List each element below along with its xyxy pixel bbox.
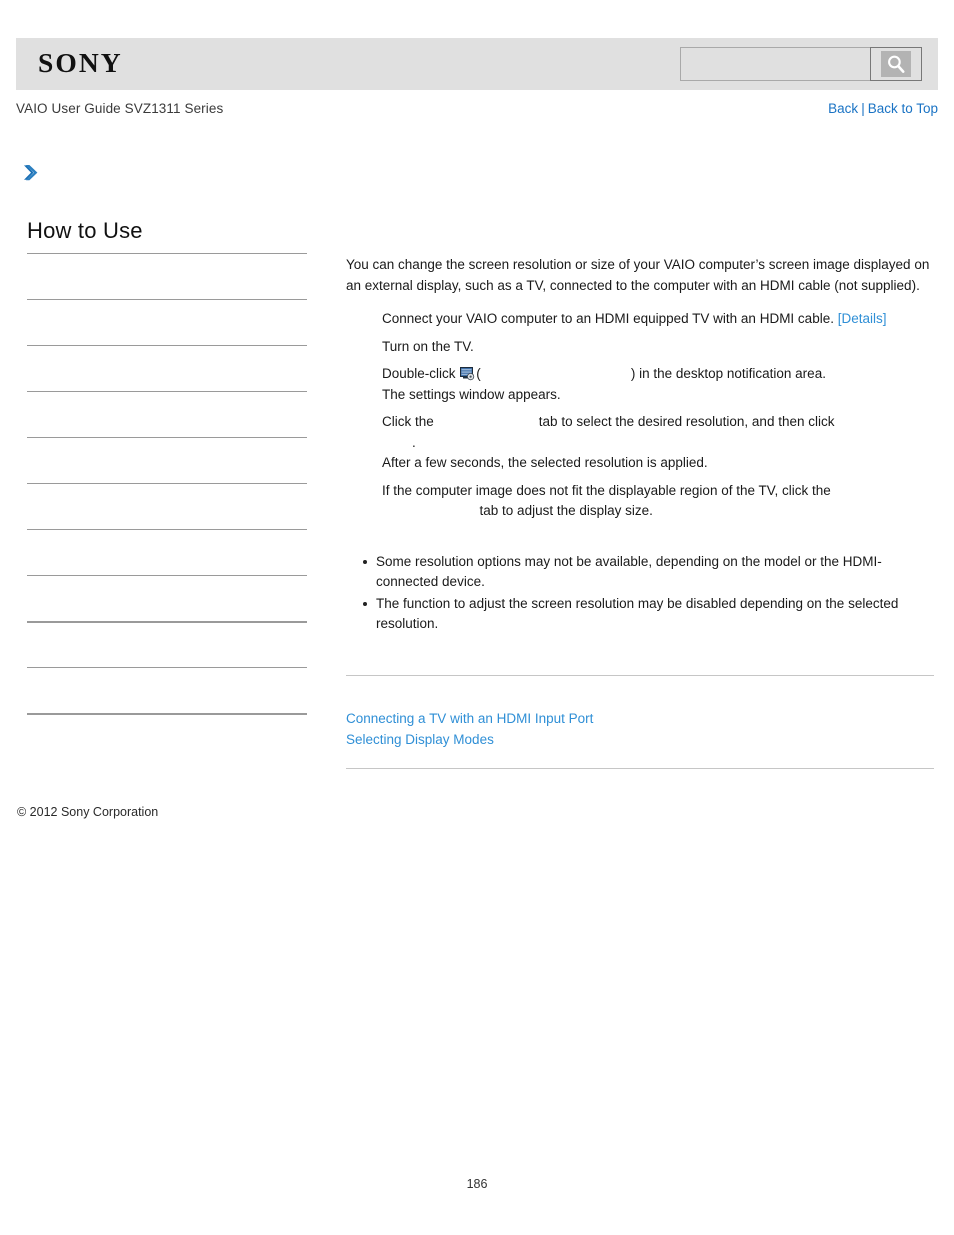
step-text-after: tab to adjust the display size. — [479, 503, 653, 518]
search-button[interactable] — [870, 47, 922, 81]
step-text-after-line: tab to adjust the display size. — [382, 501, 934, 522]
step-sub-note: The settings window appears. — [382, 386, 561, 402]
step-text-after: in the desktop notification area. — [635, 366, 826, 381]
header-band: SONY — [16, 38, 938, 90]
step-trailing-line: . — [382, 433, 934, 454]
page-number: 186 — [466, 1177, 488, 1191]
step-item: Turn on the TV. — [382, 337, 934, 358]
back-link[interactable]: Back — [828, 101, 858, 116]
sony-logo: SONY — [38, 48, 123, 78]
back-to-top-link[interactable]: Back to Top — [868, 101, 938, 116]
step-text: Click the — [382, 414, 434, 429]
search-icon — [881, 51, 911, 77]
step-item: If the computer image does not fit the d… — [382, 481, 934, 522]
step-sub-note: After a few seconds, the selected resolu… — [382, 455, 708, 470]
search-input[interactable] — [680, 47, 870, 81]
nav-separator: | — [861, 101, 865, 116]
step-item: Double-click () in the desktop notifica… — [382, 364, 934, 405]
search-area — [680, 47, 922, 81]
step-bold-placeholder — [434, 412, 539, 433]
step-text-mid: tab to select the desired resolution, an… — [538, 414, 835, 429]
related-links: Connecting a TV with an HDMI Input Port … — [346, 708, 934, 750]
step-text: Turn on the TV. — [382, 338, 474, 354]
step-text: Double-click — [382, 366, 456, 381]
step-text: If the computer image does not fit the d… — [382, 482, 831, 498]
related-link[interactable]: Selecting Display Modes — [346, 729, 934, 750]
step-trailing-period: . — [412, 434, 416, 450]
sidebar-item[interactable] — [27, 621, 307, 667]
step-item: Click the tab to select the desired reso… — [382, 412, 934, 474]
sidebar-item[interactable] — [27, 391, 307, 437]
sidebar-item[interactable] — [27, 575, 307, 621]
sidebar-heading: How to Use — [27, 218, 143, 243]
sidebar-item[interactable] — [27, 345, 307, 391]
sidebar-item[interactable] — [27, 483, 307, 529]
note-item: Some resolution options may not be avail… — [363, 552, 934, 593]
chevron-right-icon[interactable] — [23, 162, 43, 184]
note-item: The function to adjust the screen resolu… — [363, 594, 934, 635]
main-content: You can change the screen resolution or … — [346, 255, 934, 636]
display-settings-icon — [460, 367, 475, 381]
step-text: Connect your VAIO computer to an HDMI eq… — [382, 311, 834, 326]
related-divider-bottom — [346, 768, 934, 769]
procedure-steps: Connect your VAIO computer to an HDMI eq… — [346, 309, 934, 522]
intro-paragraph: You can change the screen resolution or … — [346, 257, 930, 293]
step-item: Connect your VAIO computer to an HDMI eq… — [382, 309, 934, 330]
sidebar-item[interactable] — [27, 713, 307, 759]
copyright-text: © 2012 Sony Corporation — [17, 805, 159, 819]
sidebar-item[interactable] — [27, 253, 307, 299]
sidebar: How to Use — [27, 218, 307, 759]
step-bold-placeholder — [382, 433, 412, 454]
details-link[interactable]: [Details] — [838, 311, 887, 326]
sidebar-item[interactable] — [27, 299, 307, 345]
header-nav-links: Back | Back to Top — [828, 101, 938, 116]
step-bold-placeholder — [382, 501, 480, 522]
sidebar-item[interactable] — [27, 667, 307, 713]
sidebar-item[interactable] — [27, 529, 307, 575]
guide-title: VAIO User Guide SVZ1311 Series — [16, 101, 224, 116]
related-divider-top — [346, 675, 934, 676]
related-link[interactable]: Connecting a TV with an HDMI Input Port — [346, 708, 934, 729]
step-bold-placeholder — [481, 364, 631, 385]
sidebar-item[interactable] — [27, 437, 307, 483]
notes-list: Some resolution options may not be avail… — [346, 552, 934, 635]
